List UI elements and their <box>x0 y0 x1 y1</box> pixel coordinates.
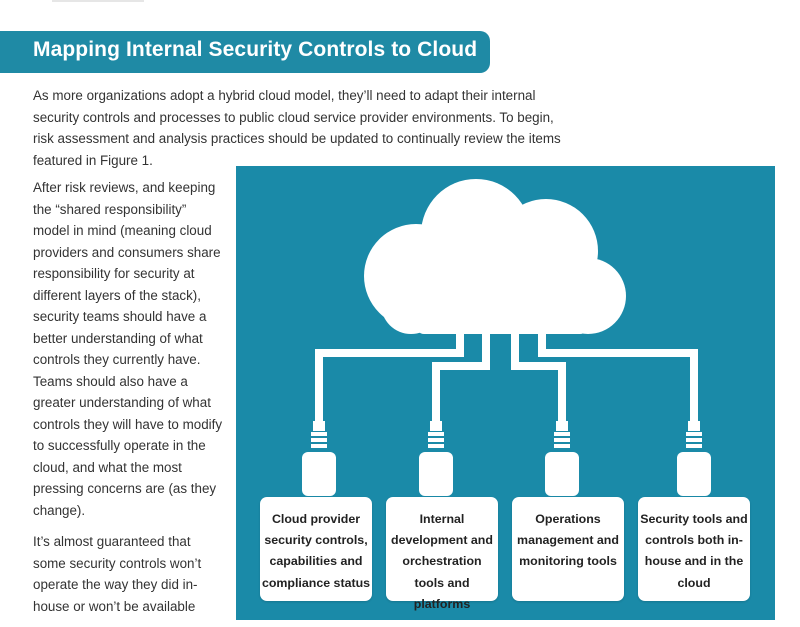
figure-box-operations-management: Operations management and monitoring too… <box>512 497 624 601</box>
figure-box-label: Operations management and monitoring too… <box>517 512 619 569</box>
body-paragraph: After risk reviews, and keeping the “sha… <box>33 180 223 518</box>
body-paragraph: It’s almost guaranteed that some securit… <box>33 534 202 614</box>
figure-box-security-tools: Security tools and controls both in-hous… <box>638 497 750 601</box>
plug-2 <box>419 421 453 496</box>
figure-box-internal-development: Internal development and orchestration t… <box>386 497 498 611</box>
section-heading: Mapping Internal Security Controls to Cl… <box>33 38 478 61</box>
top-rule <box>52 0 144 2</box>
connector-lines <box>315 334 698 421</box>
figure-box-label: Cloud provider security controls, capabi… <box>261 512 371 590</box>
body-column: After risk reviews, and keeping the “sha… <box>33 177 223 627</box>
figure-box-label: Security tools and controls both in-hous… <box>640 512 748 590</box>
plug-4 <box>677 421 711 496</box>
figure-box-label: Internal development and orchestration t… <box>391 512 493 611</box>
intro-paragraph: As more organizations adopt a hybrid clo… <box>33 88 561 168</box>
figure-box-cloud-provider: Cloud provider security controls, capabi… <box>260 497 372 601</box>
figure-panel: Cloud provider security controls, capabi… <box>236 166 775 620</box>
plug-3 <box>545 421 579 496</box>
cloud-icon <box>364 179 626 334</box>
plug-1 <box>302 421 336 496</box>
